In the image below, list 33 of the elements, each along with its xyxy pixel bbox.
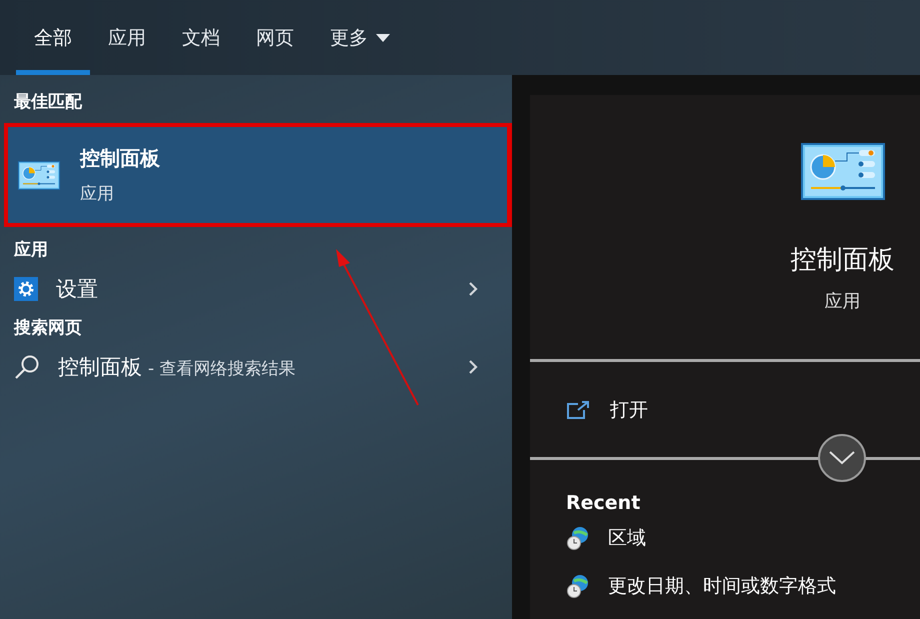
globe-clock-icon (566, 574, 590, 598)
open-external-icon (566, 400, 590, 420)
open-action[interactable]: 打开 (530, 362, 920, 457)
chevron-right-icon (468, 359, 478, 375)
recent-heading: Recent (565, 491, 642, 514)
chevron-right-icon (468, 281, 478, 297)
settings-icon (14, 277, 38, 301)
result-title: 控制面板 (80, 145, 160, 172)
recent-label: 更改日期、时间或数字格式 (608, 574, 836, 599)
filter-tab[interactable]: 网页 (238, 0, 312, 75)
detail-type: 应用 (824, 290, 860, 313)
section-heading: 应用 (12, 239, 49, 262)
web-search-result[interactable]: 控制面板 - 查看网络搜索结果 (0, 341, 512, 393)
expand-button[interactable] (818, 434, 866, 482)
app-result[interactable]: 设置 (0, 263, 512, 315)
detail-title: 控制面板 (790, 244, 894, 277)
filter-tab[interactable]: 文档 (164, 0, 238, 75)
search-query: 控制面板 - 查看网络搜索结果 (58, 354, 296, 381)
recent-label: 区域 (608, 526, 646, 551)
globe-clock-icon (566, 526, 590, 550)
result-type: 应用 (80, 183, 115, 205)
section-heading: 搜索网页 (12, 317, 83, 340)
control-panel-icon (800, 143, 884, 200)
control-panel-icon (18, 160, 60, 190)
filter-tab[interactable]: 应用 (90, 0, 164, 75)
section-heading: 最佳匹配 (13, 91, 84, 114)
recent-item[interactable]: 区域 (530, 514, 920, 562)
filter-tab[interactable]: 更多 (312, 0, 408, 75)
search-icon (14, 354, 40, 380)
recent-item[interactable]: 更改日期、时间或数字格式 (530, 562, 920, 610)
result-label: 设置 (56, 276, 98, 303)
best-match-result[interactable]: 控制面板 应用 (4, 123, 512, 227)
chevron-down-icon (829, 451, 855, 465)
